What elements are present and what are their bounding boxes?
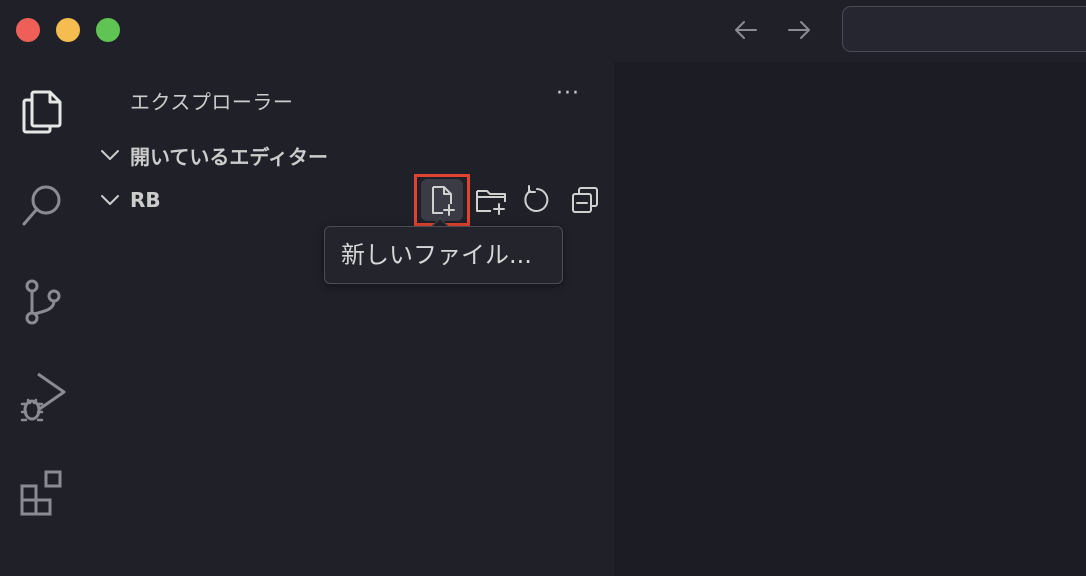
- extensions-icon: [20, 470, 62, 516]
- new-folder-icon: [476, 190, 506, 215]
- command-center-search[interactable]: [842, 6, 1086, 52]
- refresh-icon: [524, 185, 549, 212]
- activity-search[interactable]: [14, 178, 70, 234]
- section-label: RB: [130, 188, 161, 212]
- refresh-button[interactable]: [510, 174, 564, 226]
- activity-run-debug[interactable]: [14, 368, 70, 424]
- arrow-left-icon: [735, 21, 757, 39]
- forward-button[interactable]: [783, 14, 815, 46]
- chevron-down-icon: [98, 143, 122, 167]
- new-file-button[interactable]: [414, 174, 470, 226]
- activity-bar: [0, 62, 88, 576]
- collapse-all-button[interactable]: [558, 174, 612, 226]
- section-rb[interactable]: RB: [98, 185, 161, 215]
- activity-explorer[interactable]: [14, 84, 70, 140]
- more-actions-button[interactable]: ···: [552, 83, 584, 112]
- files-icon: [22, 90, 62, 134]
- section-open-editors[interactable]: 開いているエディター: [98, 140, 328, 170]
- search-icon: [22, 185, 61, 226]
- source-control-icon: [25, 279, 61, 325]
- minimize-window-button[interactable]: [56, 18, 80, 42]
- activity-source-control[interactable]: [14, 274, 70, 330]
- editor-area[interactable]: [614, 62, 1086, 576]
- back-button[interactable]: [730, 14, 762, 46]
- run-debug-icon: [20, 372, 66, 422]
- sidebar-title: エクスプローラー: [130, 90, 294, 114]
- chevron-down-icon: [98, 188, 122, 212]
- section-label: 開いているエディター: [130, 144, 328, 169]
- new-file-tooltip: 新しいファイル...: [324, 226, 563, 284]
- title-bar: [0, 0, 1086, 62]
- explorer-sidebar: エクスプローラー ··· 開いているエディター RB: [88, 62, 614, 576]
- arrow-right-icon: [788, 21, 810, 39]
- collapse-all-icon: [572, 187, 598, 213]
- activity-extensions[interactable]: [14, 464, 70, 520]
- close-window-button[interactable]: [16, 18, 40, 42]
- new-file-icon: [432, 186, 455, 216]
- maximize-window-button[interactable]: [96, 18, 120, 42]
